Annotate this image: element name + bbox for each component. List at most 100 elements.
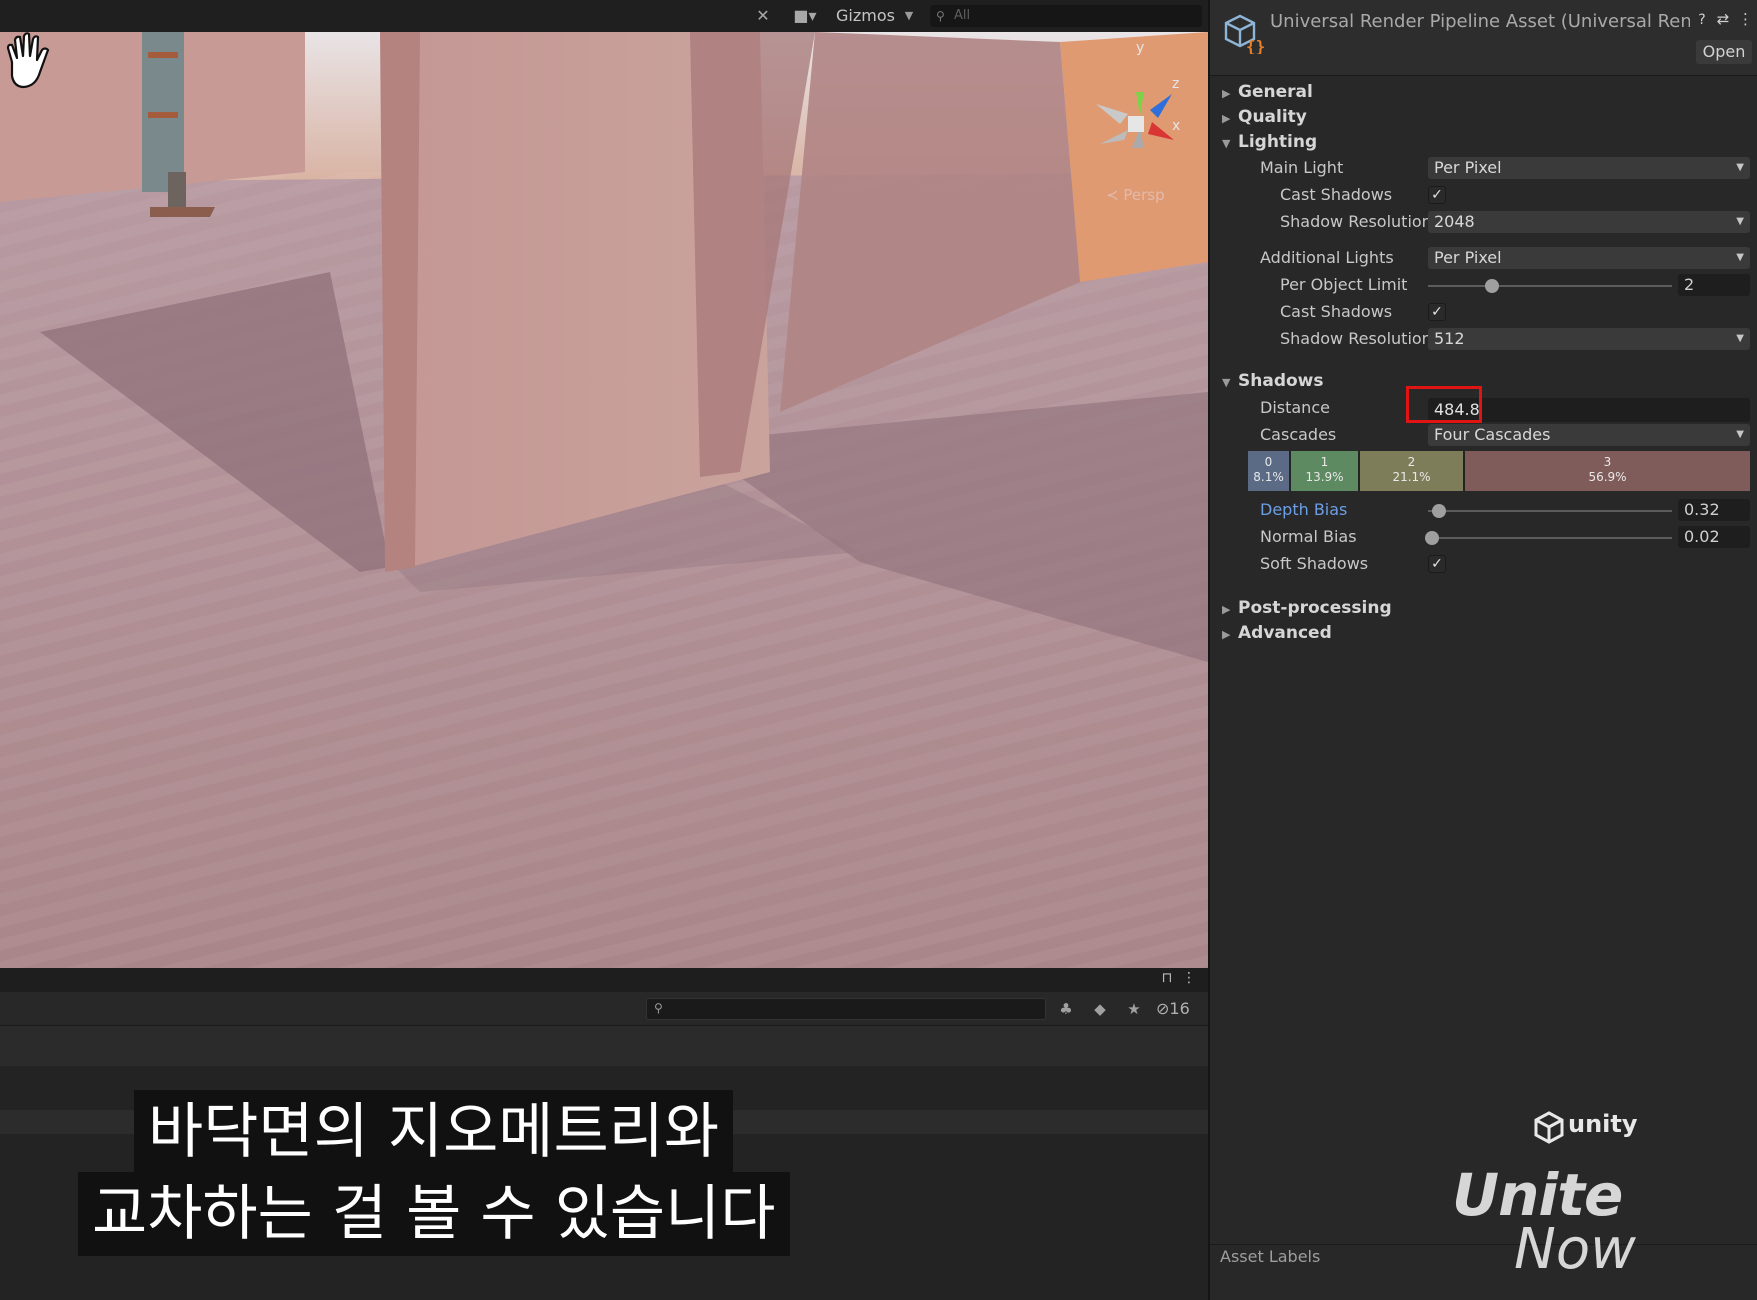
more-menu-icon[interactable]: ⋮ [1182, 970, 1196, 990]
section-general[interactable]: ▶ General [1222, 80, 1313, 104]
presets-icon[interactable]: ⇄ [1714, 10, 1732, 28]
filter-by-type-icon[interactable]: ♣ [1054, 998, 1078, 1020]
project-toolbar: ⚲ ♣ ◆ ★ ⊘16 [0, 992, 1208, 1026]
cascade-percent: 21.1% [1392, 470, 1431, 484]
cascade-split-0[interactable]: 0 8.1% [1248, 451, 1291, 491]
per-object-limit-field[interactable]: 2 [1678, 274, 1750, 296]
gizmos-button[interactable]: Gizmos ▼ [832, 4, 918, 28]
cascade-split-3[interactable]: 3 56.9% [1465, 451, 1750, 491]
persp-arrow-icon: ≺ [1106, 186, 1119, 204]
section-quality-label: Quality [1238, 107, 1307, 127]
section-quality[interactable]: ▶ Quality [1222, 105, 1307, 129]
cascade-percent: 56.9% [1588, 470, 1627, 484]
section-post-processing[interactable]: ▶ Post-processing [1222, 596, 1392, 620]
section-lighting[interactable]: ▼ Lighting [1222, 130, 1317, 154]
cast-shadows-label: Cast Shadows [1280, 185, 1393, 204]
additional-lights-value: Per Pixel [1434, 248, 1502, 267]
cascades-value: Four Cascades [1434, 425, 1551, 444]
checkmark-icon: ✓ [1431, 187, 1443, 203]
subtitle-line-2: 교차하는 걸 볼 수 있습니다 [78, 1172, 790, 1256]
asset-title: Universal Render Pipeline Asset (Univers… [1270, 11, 1690, 32]
checkmark-icon: ✓ [1431, 556, 1443, 572]
cascades-label: Cascades [1260, 425, 1337, 444]
soft-shadows-checkbox[interactable]: ✓ [1428, 555, 1446, 573]
cascades-dropdown[interactable]: Four Cascades ▼ [1428, 424, 1750, 446]
depth-bias-slider[interactable] [1428, 510, 1672, 512]
normal-bias-slider[interactable] [1428, 537, 1672, 539]
foldout-arrow-expanded-icon: ▼ [1222, 376, 1231, 389]
hidden-packages-count: 16 [1169, 999, 1190, 1018]
project-tab-bar: ⊓ ⋮ [0, 968, 1208, 992]
cascade-split-bar[interactable]: 0 8.1% 1 13.9% 2 21.1% 3 56.9% [1248, 451, 1750, 491]
tools-icon[interactable]: ✕ [752, 6, 774, 26]
distance-highlight-box [1406, 386, 1482, 423]
project-search-input[interactable]: ⚲ [646, 998, 1046, 1020]
unity-editor-screen: ✕ ■▾ Gizmos ▼ ⚲ All y z x ≺ Persp ⊓ ⋮ ⚲ … [0, 0, 1757, 1300]
cast-shadows-checkbox[interactable]: ✓ [1428, 186, 1446, 204]
scene-render [0, 32, 1208, 968]
more-menu-icon[interactable]: ⋮ [1738, 10, 1753, 28]
hand-cursor-icon [6, 32, 50, 89]
main-light-dropdown[interactable]: Per Pixel ▼ [1428, 157, 1750, 179]
depth-bias-label: Depth Bias [1260, 500, 1348, 519]
chevron-down-icon: ▼ [1736, 252, 1744, 263]
chevron-down-icon: ▼ [1736, 333, 1744, 344]
foldout-arrow-icon: ▶ [1222, 628, 1231, 641]
per-object-limit-label: Per Object Limit [1280, 275, 1408, 294]
foldout-arrow-expanded-icon: ▼ [1222, 137, 1231, 150]
additional-cast-shadows-label: Cast Shadows [1280, 302, 1393, 321]
cascade-index: 0 [1264, 455, 1273, 469]
soft-shadows-label: Soft Shadows [1260, 554, 1369, 573]
cascade-split-1[interactable]: 1 13.9% [1291, 451, 1360, 491]
project-list-row [0, 1026, 1208, 1066]
help-icon[interactable]: ? [1694, 12, 1710, 28]
section-shadows[interactable]: ▼ Shadows [1222, 369, 1324, 393]
chevron-down-icon[interactable]: ▼ [900, 4, 918, 28]
filter-by-label-icon[interactable]: ◆ [1088, 998, 1112, 1020]
gizmo-axis-y-label: y [1136, 40, 1145, 56]
additional-shadow-resolution-label: Shadow Resolution [1280, 329, 1432, 348]
additional-shadow-resolution-value: 512 [1434, 329, 1465, 348]
gizmo-axis-x-label: x [1172, 118, 1181, 134]
normal-bias-field[interactable]: 0.02 [1678, 526, 1750, 548]
persp-text: Persp [1123, 186, 1165, 204]
favorites-star-icon[interactable]: ★ [1122, 998, 1146, 1020]
depth-bias-slider-thumb[interactable] [1432, 504, 1446, 518]
search-icon: ⚲ [654, 1001, 663, 1015]
section-general-label: General [1238, 82, 1313, 102]
lock-icon[interactable]: ⊓ [1158, 970, 1176, 990]
divider [1210, 1244, 1757, 1245]
section-advanced[interactable]: ▶ Advanced [1222, 621, 1332, 645]
chevron-down-icon: ▼ [1736, 162, 1744, 173]
main-light-label: Main Light [1260, 158, 1344, 177]
cascade-index: 1 [1320, 455, 1329, 469]
hidden-packages-toggle[interactable]: ⊘16 [1156, 998, 1190, 1020]
normal-bias-slider-thumb[interactable] [1425, 531, 1439, 545]
scene-viewport[interactable]: y z x ≺ Persp [0, 32, 1208, 968]
scene-search-input[interactable]: ⚲ All [930, 5, 1202, 27]
asset-labels-header[interactable]: Asset Labels [1220, 1247, 1750, 1267]
inspector-header: {} Universal Render Pipeline Asset (Univ… [1210, 0, 1757, 76]
per-object-limit-slider-thumb[interactable] [1485, 279, 1499, 293]
cascade-split-2[interactable]: 2 21.1% [1360, 451, 1465, 491]
gizmo-axis-z-label: z [1172, 76, 1180, 92]
per-object-limit-slider[interactable] [1428, 285, 1672, 287]
inspector-panel: {} Universal Render Pipeline Asset (Univ… [1208, 0, 1757, 1300]
depth-bias-field[interactable]: 0.32 [1678, 499, 1750, 521]
open-button[interactable]: Open [1696, 40, 1752, 64]
persp-label[interactable]: ≺ Persp [1106, 186, 1165, 204]
eye-slash-icon: ⊘ [1156, 999, 1170, 1018]
additional-cast-shadows-checkbox[interactable]: ✓ [1428, 303, 1446, 321]
cascade-percent: 8.1% [1253, 470, 1284, 484]
additional-shadow-resolution-dropdown[interactable]: 512 ▼ [1428, 328, 1750, 350]
foldout-arrow-icon: ▶ [1222, 87, 1231, 100]
shadow-resolution-dropdown[interactable]: 2048 ▼ [1428, 211, 1750, 233]
unity-cube-icon [1534, 1111, 1564, 1144]
additional-lights-dropdown[interactable]: Per Pixel ▼ [1428, 247, 1750, 269]
normal-bias-label: Normal Bias [1260, 527, 1357, 546]
camera-icon[interactable]: ■▾ [786, 6, 824, 26]
additional-lights-label: Additional Lights [1260, 248, 1394, 267]
unity-logo: unity [1532, 1108, 1654, 1146]
scene-toolbar: ✕ ■▾ Gizmos ▼ ⚲ All [0, 0, 1208, 32]
search-icon: ⚲ [936, 9, 945, 23]
